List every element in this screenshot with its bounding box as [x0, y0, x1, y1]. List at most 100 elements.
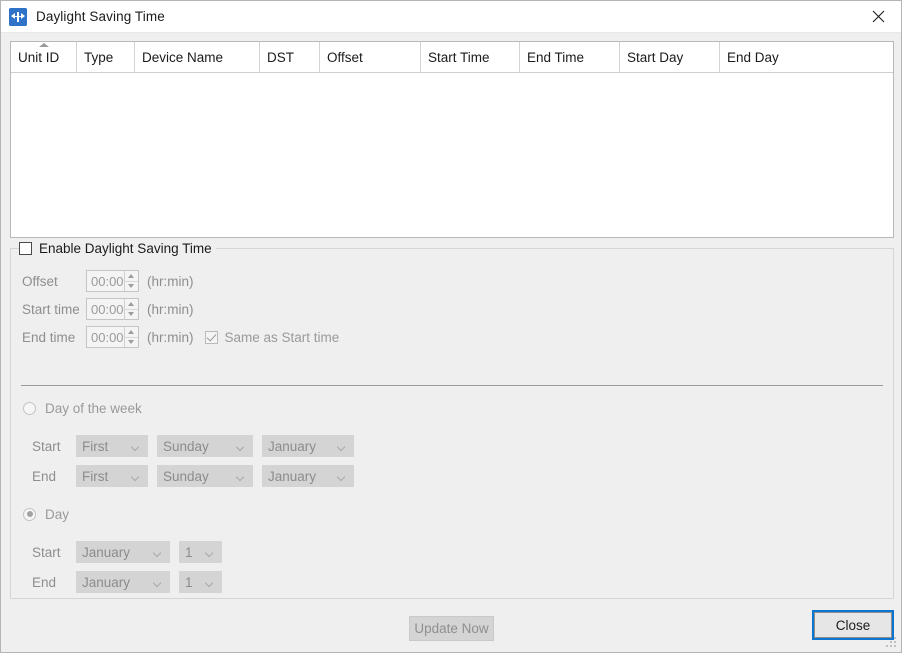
chevron-down-icon	[206, 580, 213, 587]
dst-settings-group: Enable Daylight Saving Time Offset 00:00…	[10, 248, 894, 599]
day-start-row: Start January 1	[32, 541, 222, 563]
dow-start-label: Start	[32, 439, 67, 454]
end-time-increment-button[interactable]	[125, 327, 138, 338]
radio-circle	[23, 402, 36, 415]
dow-end-row: End First Sunday January	[32, 465, 354, 487]
device-table: Unit ID Type Device Name DST Offset Star…	[10, 41, 894, 238]
close-button[interactable]: Close	[814, 612, 892, 638]
end-time-unit: (hr:min)	[147, 330, 194, 345]
day-start-label: Start	[32, 545, 67, 560]
offset-spinner[interactable]: 00:00	[86, 270, 139, 292]
table-header-row: Unit ID Type Device Name DST Offset Star…	[11, 42, 893, 73]
end-time-row: End time 00:00 (hr:min) Same as Start ti…	[22, 326, 339, 348]
dow-end-month-select[interactable]: January	[262, 465, 354, 487]
dow-end-ordinal-select[interactable]: First	[76, 465, 148, 487]
start-time-spinner[interactable]: 00:00	[86, 298, 139, 320]
day-of-week-label: Day of the week	[45, 401, 142, 416]
table-column-device-name[interactable]: Device Name	[135, 42, 260, 72]
checkbox-box	[19, 242, 32, 255]
dow-end-weekday-select[interactable]: Sunday	[157, 465, 253, 487]
dow-start-row: Start First Sunday January	[32, 435, 354, 457]
table-column-label: End Time	[527, 50, 584, 65]
day-radio[interactable]: Day	[23, 503, 69, 525]
dialog-content: Unit ID Type Device Name DST Offset Star…	[1, 33, 901, 652]
offset-value: 00:00	[87, 271, 124, 291]
day-end-label: End	[32, 575, 67, 590]
table-body-empty[interactable]	[11, 73, 893, 238]
dow-start-month-select[interactable]: January	[262, 435, 354, 457]
start-time-value: 00:00	[87, 299, 124, 319]
table-column-end-day[interactable]: End Day	[720, 42, 893, 72]
sort-ascending-icon	[39, 43, 49, 47]
offset-label: Offset	[22, 274, 86, 289]
start-time-increment-button[interactable]	[125, 299, 138, 310]
enable-dst-checkbox[interactable]: Enable Daylight Saving Time	[19, 239, 216, 257]
table-column-label: DST	[267, 50, 294, 65]
table-column-end-time[interactable]: End Time	[520, 42, 620, 72]
resize-grip[interactable]	[886, 637, 898, 649]
dst-sync-icon	[9, 8, 27, 26]
select-value: 1	[185, 575, 193, 590]
start-time-row: Start time 00:00 (hr:min)	[22, 298, 194, 320]
day-start-month-select[interactable]: January	[76, 541, 170, 563]
table-column-label: Start Day	[627, 50, 683, 65]
select-value: First	[82, 469, 108, 484]
table-column-label: Unit ID	[18, 50, 59, 65]
day-end-date-select[interactable]: 1	[179, 571, 222, 593]
chevron-down-icon	[132, 444, 139, 451]
end-time-label: End time	[22, 330, 86, 345]
window-close-button[interactable]	[855, 1, 901, 32]
day-end-month-select[interactable]: January	[76, 571, 170, 593]
chevron-down-icon	[132, 474, 139, 481]
enable-dst-label: Enable Daylight Saving Time	[39, 241, 212, 256]
select-value: Sunday	[163, 439, 209, 454]
daylight-saving-time-dialog: Daylight Saving Time Unit ID Type Device…	[0, 0, 902, 653]
end-time-spinner[interactable]: 00:00	[86, 326, 139, 348]
chevron-down-icon	[206, 550, 213, 557]
same-as-start-time-checkbox[interactable]: Same as Start time	[205, 330, 340, 345]
start-time-decrement-button[interactable]	[125, 310, 138, 320]
start-time-label: Start time	[22, 302, 86, 317]
section-divider	[21, 385, 883, 386]
checkbox-box	[205, 331, 218, 344]
title-bar: Daylight Saving Time	[1, 1, 901, 33]
offset-row: Offset 00:00 (hr:min)	[22, 270, 194, 292]
chevron-down-icon	[338, 474, 345, 481]
table-column-offset[interactable]: Offset	[320, 42, 421, 72]
dow-start-ordinal-select[interactable]: First	[76, 435, 148, 457]
table-column-start-time[interactable]: Start Time	[421, 42, 520, 72]
select-value: January	[82, 545, 130, 560]
chevron-down-icon	[237, 444, 244, 451]
chevron-down-icon	[154, 580, 161, 587]
table-column-unit-id[interactable]: Unit ID	[11, 42, 77, 72]
table-column-label: End Day	[727, 50, 779, 65]
end-time-decrement-button[interactable]	[125, 338, 138, 348]
same-as-start-time-label: Same as Start time	[225, 330, 340, 345]
close-icon	[872, 10, 885, 23]
offset-increment-button[interactable]	[125, 271, 138, 282]
day-of-week-radio[interactable]: Day of the week	[23, 397, 142, 419]
table-column-dst[interactable]: DST	[260, 42, 320, 72]
table-column-label: Device Name	[142, 50, 223, 65]
chevron-down-icon	[154, 550, 161, 557]
radio-circle	[23, 508, 36, 521]
table-column-start-day[interactable]: Start Day	[620, 42, 720, 72]
offset-decrement-button[interactable]	[125, 282, 138, 292]
day-start-date-select[interactable]: 1	[179, 541, 222, 563]
select-value: Sunday	[163, 469, 209, 484]
update-now-button[interactable]: Update Now	[409, 616, 494, 641]
table-column-label: Offset	[327, 50, 363, 65]
day-end-row: End January 1	[32, 571, 222, 593]
window-title: Daylight Saving Time	[36, 9, 165, 24]
select-value: First	[82, 439, 108, 454]
day-label: Day	[45, 507, 69, 522]
chevron-down-icon	[237, 474, 244, 481]
select-value: January	[82, 575, 130, 590]
chevron-down-icon	[338, 444, 345, 451]
dow-end-label: End	[32, 469, 67, 484]
start-time-unit: (hr:min)	[147, 302, 194, 317]
select-value: January	[268, 439, 316, 454]
table-column-type[interactable]: Type	[77, 42, 135, 72]
table-column-label: Start Time	[428, 50, 490, 65]
dow-start-weekday-select[interactable]: Sunday	[157, 435, 253, 457]
